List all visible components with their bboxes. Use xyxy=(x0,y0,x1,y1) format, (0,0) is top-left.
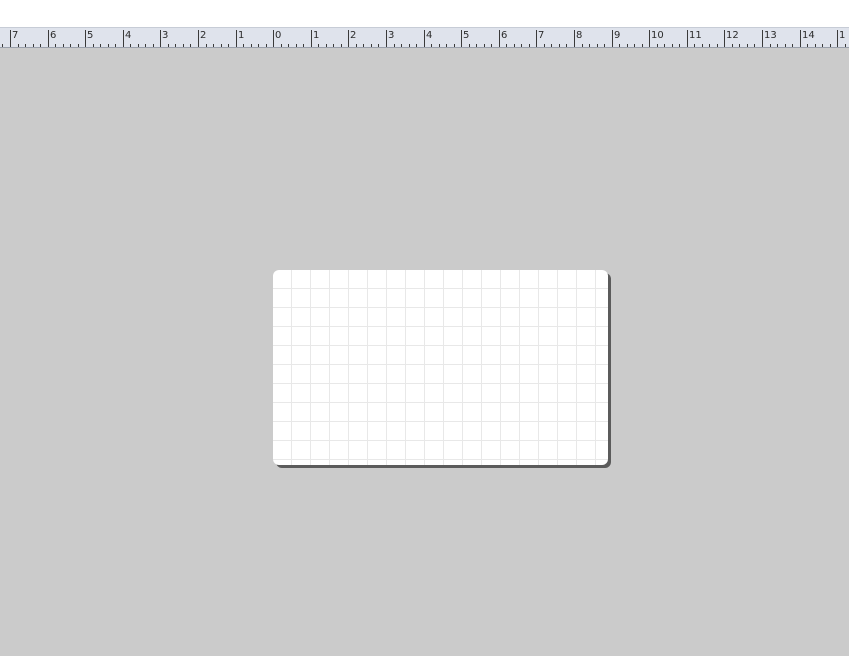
ruler-label: 6 xyxy=(501,30,508,41)
diagram-page[interactable] xyxy=(273,270,608,465)
ruler-label: 9 xyxy=(614,30,621,41)
horizontal-ruler[interactable]: 7 6 5 4 3 2 1 0 1 2 3 4 5 6 7 8 9 10 11 12 13 14 1 xyxy=(0,27,849,48)
ruler-label: 7 xyxy=(12,30,19,41)
ruler-label: 7 xyxy=(538,30,545,41)
ruler-label: 11 xyxy=(689,30,702,41)
ruler-label: 13 xyxy=(764,30,777,41)
ruler-label: 4 xyxy=(426,30,433,41)
diagram-editor-window: 7 6 5 4 3 2 1 0 1 2 3 4 5 6 7 8 9 10 11 12 13 14 1 xyxy=(0,0,849,658)
ruler-label: 5 xyxy=(87,30,94,41)
ruler-label: 5 xyxy=(463,30,470,41)
ruler-label: 3 xyxy=(162,30,169,41)
ruler-label: 14 xyxy=(802,30,815,41)
toolbar-area xyxy=(0,0,849,27)
ruler-label: 3 xyxy=(388,30,395,41)
ruler-label: 1 xyxy=(238,30,245,41)
ruler-label: 0 xyxy=(275,30,282,41)
ruler-label: 2 xyxy=(350,30,357,41)
ruler-label: 1 xyxy=(313,30,320,41)
drawing-canvas[interactable] xyxy=(0,48,849,656)
ruler-label: 2 xyxy=(200,30,207,41)
ruler-label: 6 xyxy=(50,30,57,41)
ruler-label: 1 xyxy=(839,30,846,41)
ruler-label: 10 xyxy=(651,30,664,41)
ruler-label: 8 xyxy=(576,30,583,41)
ruler-label: 4 xyxy=(125,30,132,41)
ruler-label: 12 xyxy=(726,30,739,41)
